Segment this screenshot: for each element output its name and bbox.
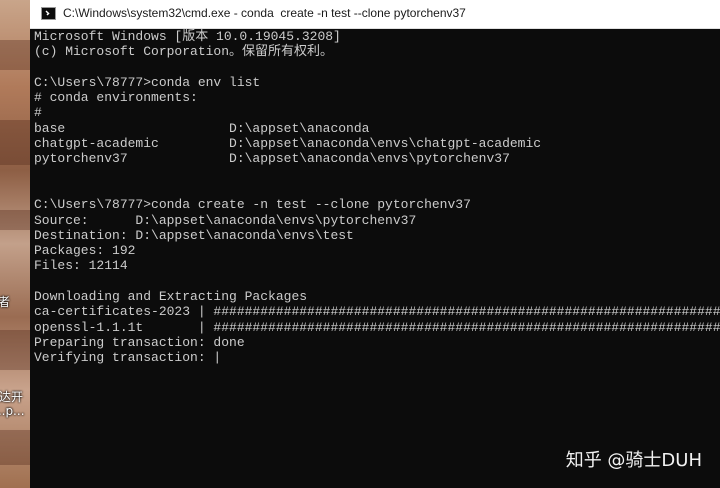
desktop-icon-label[interactable]: 达开 [0, 388, 23, 405]
console-line-current[interactable]: Verifying transaction: | [34, 350, 720, 365]
console-line: openssl-1.1.1t | #######################… [34, 319, 720, 335]
console-line: Packages: 192 [34, 243, 136, 259]
console-line: C:\Users\78777>conda env list [34, 74, 261, 90]
console-output[interactable]: Microsoft Windows [版本 10.0.19045.3208] (… [34, 29, 720, 488]
console-line: chatgpt-academic D:\appset\anaconda\envs… [34, 136, 542, 152]
console-line: Downloading and Extracting Packages [34, 289, 308, 305]
console-line: Microsoft Windows [版本 10.0.19045.3208] [34, 29, 341, 44]
console-line: pytorchenv37 D:\appset\anaconda\envs\pyt… [34, 151, 510, 167]
title-bar[interactable]: C:\Windows\system32\cmd.exe - conda crea… [30, 0, 720, 29]
console-line: C:\Users\78777>conda create -n test --cl… [34, 197, 471, 213]
watermark: 知乎 @骑士DUH [565, 450, 702, 471]
console-line: base D:\appset\anaconda [34, 120, 370, 136]
console-line: # conda environments: [34, 90, 198, 106]
command-prompt-icon [41, 7, 56, 20]
console-line: Preparing transaction: done [34, 334, 245, 350]
desktop-icon-label[interactable]: ...p... [0, 404, 25, 418]
console-line: Files: 12114 [34, 258, 128, 274]
desktop-icon-label[interactable]: 者 [0, 293, 10, 310]
desktop-background: 者 达开 ...p... [0, 0, 30, 488]
screen: 者 达开 ...p... C:\Windows\system32\cmd.exe… [0, 0, 720, 488]
console-line: (c) Microsoft Corporation。保留所有权利。 [34, 44, 334, 60]
cmd-window[interactable]: C:\Windows\system32\cmd.exe - conda crea… [30, 0, 720, 488]
console-line: ca-certificates-2023 | #################… [34, 304, 720, 320]
console-line-text: Verifying transaction: | [34, 350, 222, 366]
console-line: Destination: D:\appset\anaconda\envs\tes… [34, 227, 354, 243]
window-title: C:\Windows\system32\cmd.exe - conda crea… [63, 6, 466, 20]
console-line: Source: D:\appset\anaconda\envs\pytorche… [34, 212, 417, 228]
console-line: # [34, 105, 42, 121]
